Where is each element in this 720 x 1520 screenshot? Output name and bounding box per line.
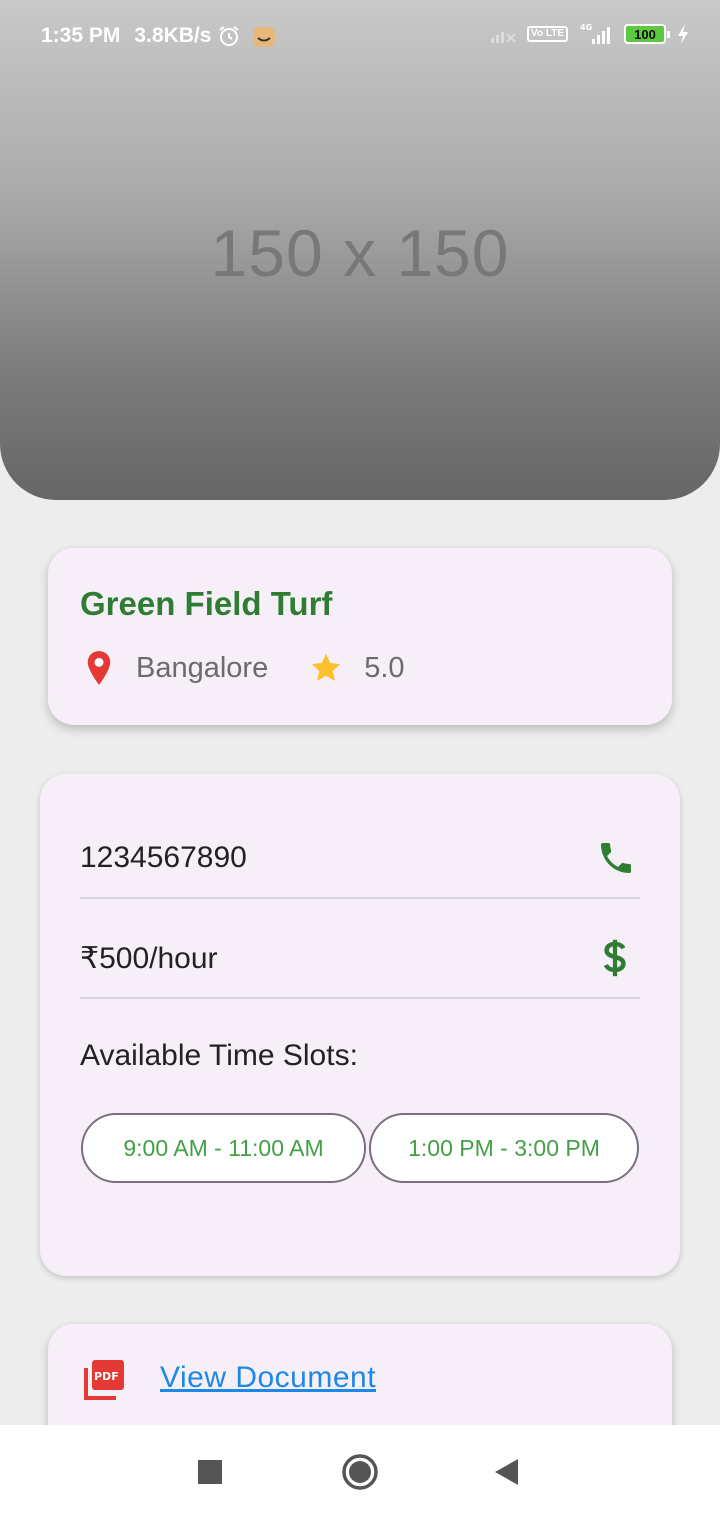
price-field[interactable]: ₹500/hour [80, 941, 218, 976]
alarm-icon [219, 26, 240, 46]
home-button-icon[interactable] [340, 1452, 380, 1492]
time-slot-chip[interactable]: 9:00 AM - 11:00 AM [81, 1113, 366, 1183]
back-button-icon[interactable] [492, 1457, 520, 1487]
hero-image-placeholder: 150 x 150 [0, 0, 720, 500]
turf-summary-card [48, 548, 672, 725]
turf-name: Green Field Turf [80, 585, 333, 622]
volte-badge: Vo LTE [527, 26, 568, 42]
hero-placeholder-text: 150 x 150 [210, 216, 510, 290]
star-icon [312, 653, 341, 681]
battery-indicator: 100 [624, 24, 670, 44]
signal-4g-icon: 4G [580, 23, 610, 44]
pdf-icon[interactable]: PDF [82, 1358, 126, 1402]
svg-text:PDF: PDF [94, 1370, 119, 1383]
recents-button-icon[interactable] [197, 1459, 223, 1485]
phone-field[interactable]: 1234567890 [80, 841, 247, 875]
system-navigation-bar [0, 1425, 720, 1520]
time-slots-label: Available Time Slots: [80, 1039, 358, 1072]
turf-rating: 5.0 [364, 651, 405, 684]
status-speed: 3.8KB/s [134, 24, 212, 47]
phone-icon[interactable] [596, 838, 636, 878]
time-slot-chip[interactable]: 1:00 PM - 3:00 PM [369, 1113, 639, 1183]
app-notification-icon [253, 27, 276, 47]
signal-muted-icon [491, 32, 516, 43]
turf-meta-row: Bangalore 5.0 [84, 650, 405, 686]
price-divider [80, 997, 640, 999]
phone-divider [80, 897, 640, 899]
dollar-icon [603, 939, 626, 977]
status-time: 1:35 PM [41, 24, 121, 47]
status-bar: 1:35 PM 3.8KB/s Vo LTE 4G 100 [0, 0, 720, 70]
turf-location: Bangalore [136, 651, 269, 684]
location-pin-icon [87, 651, 111, 685]
svg-text:4G: 4G [580, 23, 592, 32]
view-document-link[interactable]: View Document [160, 1361, 376, 1395]
charging-icon [678, 24, 688, 44]
